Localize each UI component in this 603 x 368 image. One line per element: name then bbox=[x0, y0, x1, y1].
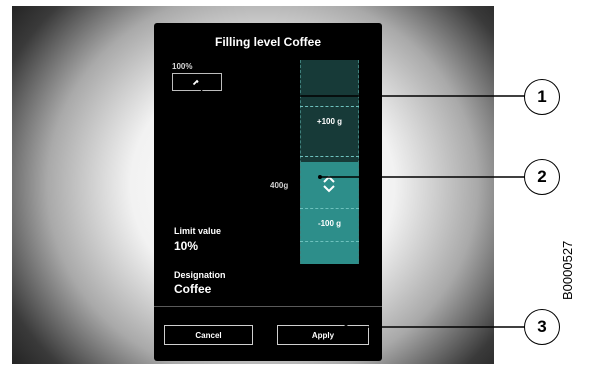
callout-3: 3 bbox=[524, 309, 560, 345]
figure-code: B0000527 bbox=[560, 240, 575, 300]
callout-2: 2 bbox=[524, 159, 560, 195]
callout-leader-lines bbox=[198, 81, 525, 329]
callout-1: 1 bbox=[524, 79, 560, 115]
